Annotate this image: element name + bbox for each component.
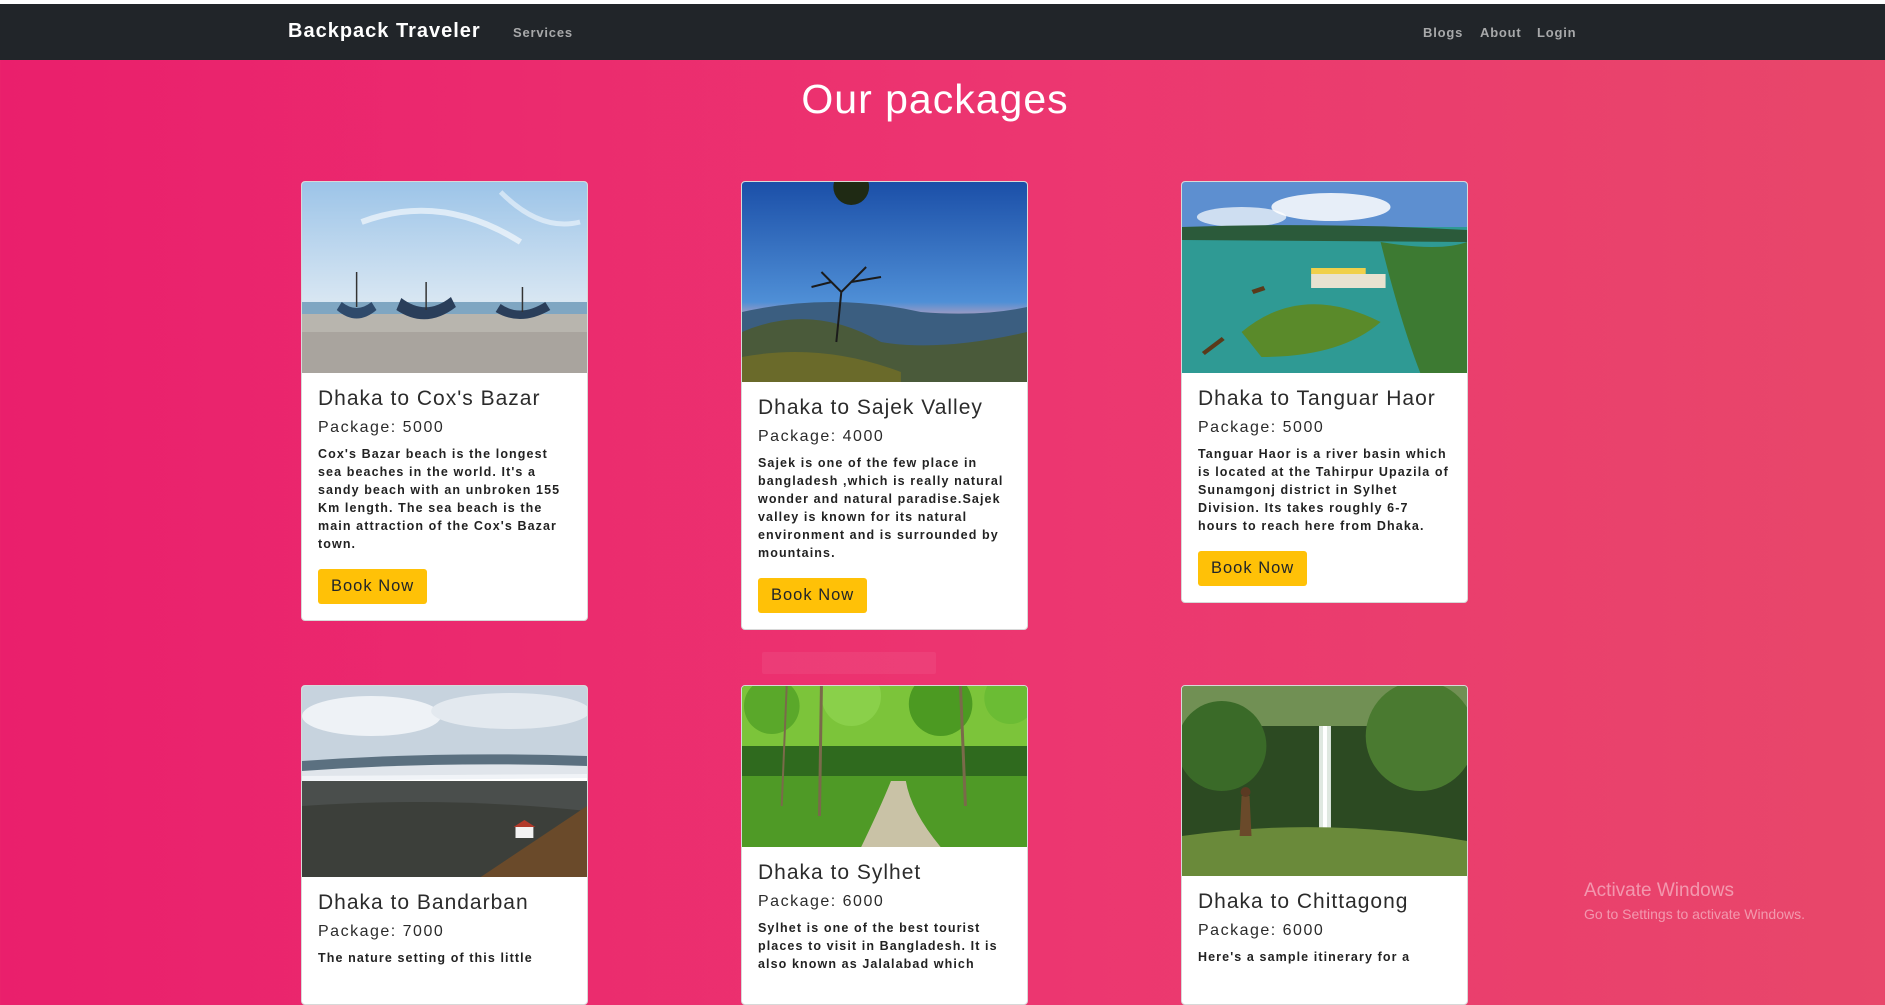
card-price: Package: 4000 bbox=[758, 428, 885, 445]
page-title: Our packages bbox=[801, 76, 1069, 122]
card-title: Dhaka to Sylhet bbox=[758, 861, 922, 884]
nav-link-services[interactable]: Services bbox=[513, 25, 573, 40]
card-image bbox=[742, 686, 1027, 847]
book-now-button[interactable]: Book Now bbox=[1198, 551, 1308, 586]
card-description: The nature setting of this little bbox=[318, 951, 533, 965]
package-card-tanguar-haor: Dhaka to Tanguar Haor Package: 5000 Tang… bbox=[1181, 181, 1468, 603]
nav-link-blogs[interactable]: Blogs bbox=[1423, 25, 1463, 40]
card-title: Dhaka to Tanguar Haor bbox=[1198, 387, 1436, 410]
package-card-bandarban: Dhaka to Bandarban Package: 7000 The nat… bbox=[301, 685, 588, 1005]
card-title: Dhaka to Chittagong bbox=[1198, 890, 1409, 913]
book-now-button[interactable]: Book Now bbox=[318, 569, 428, 604]
card-description: Here's a sample itinerary for a bbox=[1198, 950, 1411, 964]
faint-overlay bbox=[762, 652, 936, 674]
card-description: Sylhet is one of the best tourist places… bbox=[758, 921, 998, 971]
card-price: Package: 5000 bbox=[318, 419, 445, 436]
card-title: Dhaka to Sajek Valley bbox=[758, 396, 983, 419]
card-price: Package: 5000 bbox=[1198, 419, 1325, 436]
package-card-coxs-bazar: Dhaka to Cox's Bazar Package: 5000 Cox's… bbox=[301, 181, 588, 621]
activate-windows-watermark: Activate Windows Go to Settings to activ… bbox=[1584, 880, 1805, 922]
card-description: Sajek is one of the few place in banglad… bbox=[758, 456, 1004, 560]
nav-link-login[interactable]: Login bbox=[1537, 25, 1576, 40]
card-image bbox=[1182, 182, 1467, 373]
package-card-sajek-valley: Dhaka to Sajek Valley Package: 4000 Saje… bbox=[741, 181, 1028, 630]
card-description: Cox's Bazar beach is the longest sea bea… bbox=[318, 447, 561, 551]
card-price: Package: 6000 bbox=[1198, 922, 1325, 939]
card-description: Tanguar Haor is a river basin which is l… bbox=[1198, 447, 1449, 533]
book-now-button[interactable]: Book Now bbox=[758, 578, 868, 613]
nav-link-about[interactable]: About bbox=[1480, 25, 1522, 40]
card-price: Package: 6000 bbox=[758, 893, 885, 910]
card-price: Package: 7000 bbox=[318, 923, 445, 940]
watermark-line2: Go to Settings to activate Windows. bbox=[1584, 906, 1805, 922]
package-card-sylhet: Dhaka to Sylhet Package: 6000 Sylhet is … bbox=[741, 685, 1028, 1005]
navbar: Backpack Traveler Services Blogs About L… bbox=[0, 4, 1885, 60]
brand-logo[interactable]: Backpack Traveler bbox=[288, 20, 481, 43]
card-image bbox=[742, 182, 1027, 382]
card-image bbox=[302, 182, 587, 373]
package-card-chittagong: Dhaka to Chittagong Package: 6000 Here's… bbox=[1181, 685, 1468, 1005]
watermark-line1: Activate Windows bbox=[1584, 880, 1734, 901]
card-image bbox=[302, 686, 587, 877]
card-image bbox=[1182, 686, 1467, 876]
card-title: Dhaka to Cox's Bazar bbox=[318, 387, 541, 410]
card-title: Dhaka to Bandarban bbox=[318, 891, 529, 914]
